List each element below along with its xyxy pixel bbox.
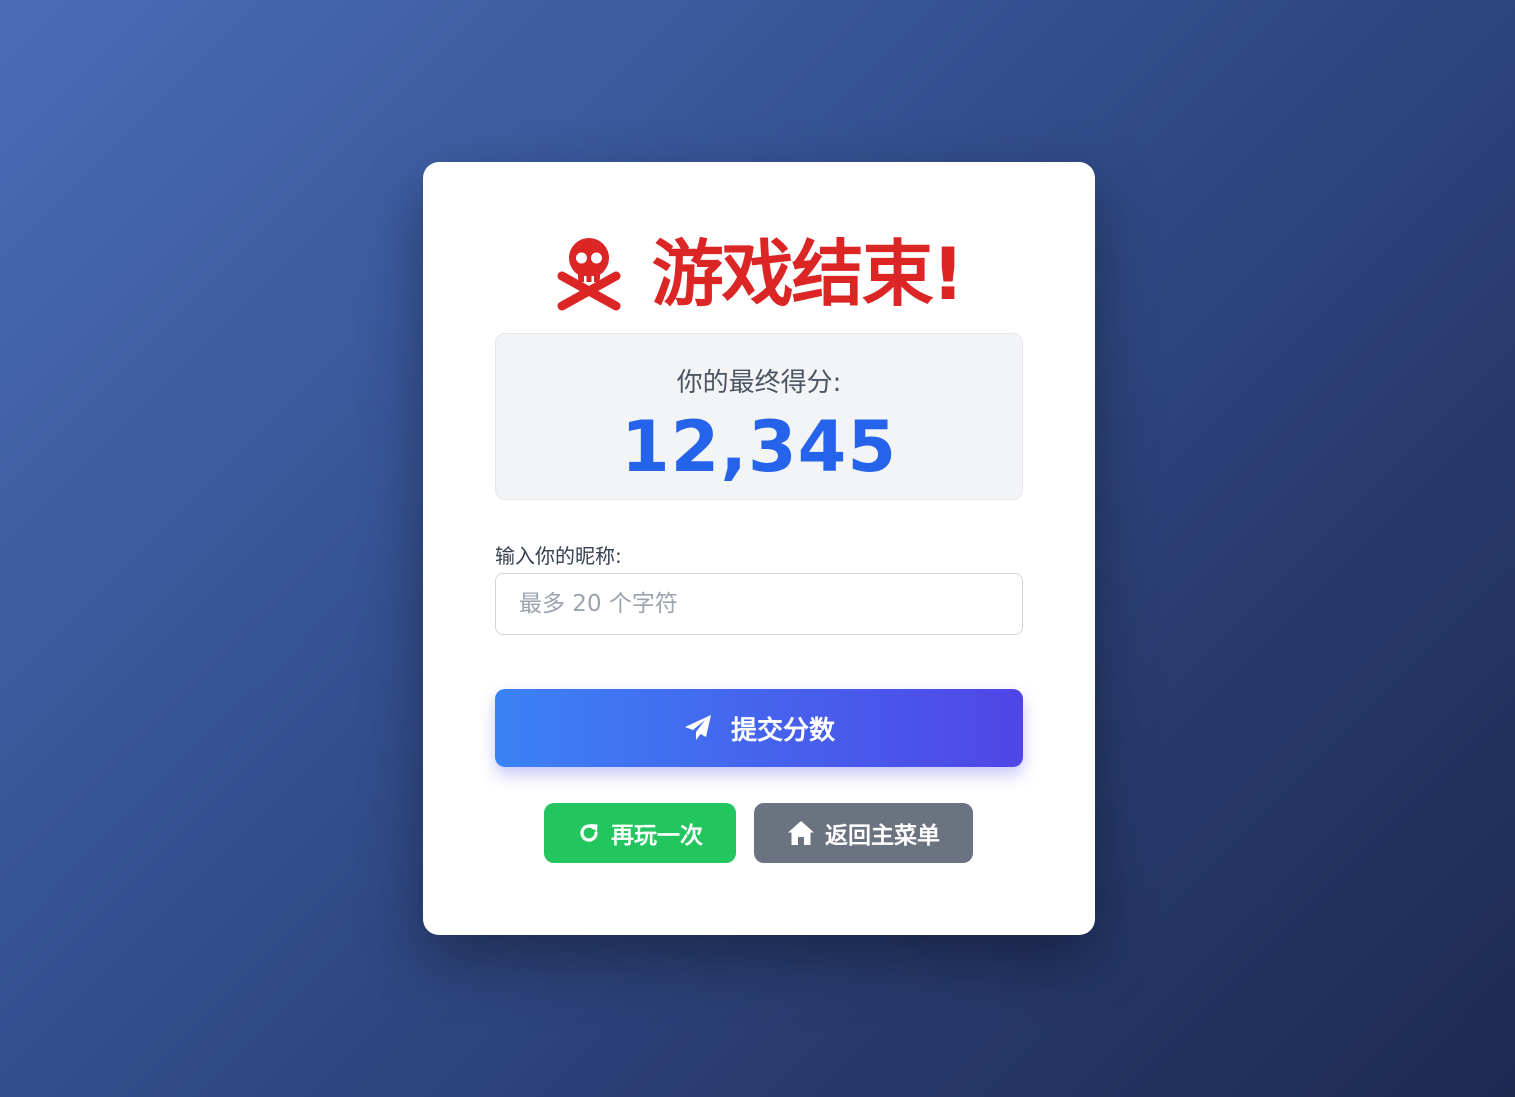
play-again-label: 再玩一次 xyxy=(611,823,703,849)
home-icon xyxy=(788,821,814,845)
paper-plane-icon xyxy=(684,715,711,740)
redo-icon xyxy=(580,824,598,842)
submit-score-button[interactable]: 提交分数 xyxy=(495,689,1023,767)
page-title: 游戏结束! xyxy=(651,232,965,316)
score-value: 12,345 xyxy=(620,406,898,488)
submit-score-label: 提交分数 xyxy=(730,714,835,745)
main-menu-label: 返回主菜单 xyxy=(825,823,940,849)
nickname-label: 输入你的昵称: xyxy=(495,544,622,568)
title-row: 游戏结束! xyxy=(423,234,1095,314)
score-panel: 你的最终得分: 12,345 xyxy=(495,333,1023,500)
play-again-button[interactable]: 再玩一次 xyxy=(544,803,736,863)
main-menu-button[interactable]: 返回主菜单 xyxy=(754,803,973,863)
game-over-card: 游戏结束! 你的最终得分: 12,345 输入你的昵称: 提交分数 再玩一次 返… xyxy=(423,162,1095,935)
nickname-input[interactable] xyxy=(495,573,1023,635)
action-buttons: 再玩一次 返回主菜单 xyxy=(423,803,1095,863)
skull-crossbones-icon xyxy=(557,238,621,311)
score-label: 你的最终得分: xyxy=(676,368,842,398)
